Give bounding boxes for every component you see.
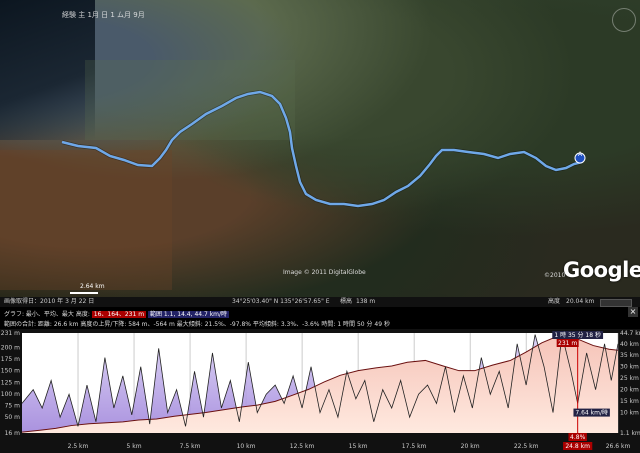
- peak-speed-tag: 1 時 35 分 18 秒: [552, 331, 604, 339]
- y-left-tick-label: 150 m: [1, 368, 20, 375]
- navigation-compass-icon[interactable]: [612, 8, 636, 32]
- y-left-tick-label: 16 m: [5, 430, 21, 437]
- svg-text:7.64 km/時: 7.64 km/時: [575, 409, 608, 417]
- y-right-tick-label: 25 km: [620, 375, 639, 382]
- cursor-distance-tag: 24.8 km: [563, 442, 593, 450]
- elevation-summary: グラフ: 最小、平均、最大 高度: 16、164、231 m 範囲 1.1, 1…: [0, 307, 640, 329]
- y-left-tick-label: 200 m: [1, 344, 20, 351]
- elevation-value: 138 m: [356, 298, 376, 305]
- range-summary: 範囲の合計: 距離: 26.6 km 高度の上昇/下降: 584 m、-564 …: [4, 321, 390, 328]
- cursor-speed-tag: 7.64 km/時: [573, 408, 610, 417]
- y-right-tick-label: 20 km: [620, 387, 639, 394]
- elevation-label: 標高: [340, 298, 353, 305]
- google-logo: Google: [563, 258, 640, 282]
- y-right-tick-label: 40 km: [620, 341, 639, 348]
- scale-label: 2.64 km: [80, 283, 105, 290]
- x-tick-label: 22.5 km: [514, 443, 539, 450]
- x-tick-label: 20 km: [461, 443, 480, 450]
- altitude-slider[interactable]: [600, 299, 632, 307]
- satellite-map[interactable]: A 経験 主 1月 日 1 ム月 9月 2.64 km Image © 2011…: [0, 0, 640, 297]
- y-right-tick-label: 10 km: [620, 410, 639, 417]
- imagery-attribution: Image © 2011 DigitalGlobe: [283, 269, 366, 276]
- close-icon[interactable]: ×: [628, 307, 638, 317]
- svg-text:24.8 km: 24.8 km: [565, 443, 590, 450]
- svg-text:1 時 35 分 18 秒: 1 時 35 分 18 秒: [554, 331, 601, 339]
- status-bar: 画像取得日：2010 年 3 月 22 日 34°25'03.40" N 135…: [0, 297, 640, 307]
- x-tick-label: 2.5 km: [68, 443, 89, 450]
- x-tick-label: 15 km: [349, 443, 368, 450]
- y-right-tick-label: 35 km: [620, 352, 639, 359]
- peak-elevation-tag: 231 m: [556, 339, 579, 347]
- scale-bar: [70, 292, 98, 294]
- y-left-tick-label: 75 m: [5, 403, 21, 410]
- y-left-tick-label: 100 m: [1, 391, 20, 398]
- y-left-tick-label: 50 m: [5, 414, 21, 421]
- x-tick-label: 5 km: [127, 443, 142, 450]
- eye-altitude-label: 高度: [548, 298, 561, 305]
- y-left-tick-label: 231 m: [1, 330, 20, 337]
- elevation-profile-panel: グラフ: 最小、平均、最大 高度: 16、164、231 m 範囲 1.1, 1…: [0, 307, 640, 453]
- y-right-tick-label: 1.1 km: [620, 430, 640, 437]
- summary-speeds: 範囲 1.1, 14.4, 44.7 km/時: [148, 311, 230, 318]
- y-right-tick-label: 44.7 km: [620, 330, 640, 337]
- x-tick-label: 7.5 km: [180, 443, 201, 450]
- svg-text:4.8%: 4.8%: [570, 434, 586, 441]
- x-tick-label: 10 km: [237, 443, 256, 450]
- map-caption: 経験 主 1月 日 1 ム月 9月: [62, 11, 145, 19]
- y-right-tick-label: 30 km: [620, 364, 639, 371]
- cursor-grade-tag: 4.8%: [568, 433, 587, 441]
- cursor-coordinates: 34°25'03.40" N 135°26'57.65" E: [232, 298, 330, 305]
- x-tick-label: 12.5 km: [290, 443, 315, 450]
- svg-text:231 m: 231 m: [558, 340, 577, 347]
- imagery-date: 画像取得日：2010 年 3 月 22 日: [4, 298, 95, 305]
- x-tick-label: 17.5 km: [402, 443, 427, 450]
- route-track[interactable]: A: [0, 0, 640, 297]
- summary-line: グラフ: 最小、平均、最大 高度:: [4, 311, 90, 318]
- summary-altitudes: 16、164、231 m: [91, 311, 147, 318]
- eye-altitude-value: 20.04 km: [566, 298, 595, 305]
- elevation-chart[interactable]: 2.5 km 5 km 7.5 km 10 km 12.5 km 15 km 17.5 km…: [0, 329, 640, 453]
- y-right-tick-label: 15 km: [620, 398, 639, 405]
- y-left-tick-label: 125 m: [1, 379, 20, 386]
- x-tick-label: 26.6 km: [606, 443, 631, 450]
- y-left-tick-label: 175 m: [1, 356, 20, 363]
